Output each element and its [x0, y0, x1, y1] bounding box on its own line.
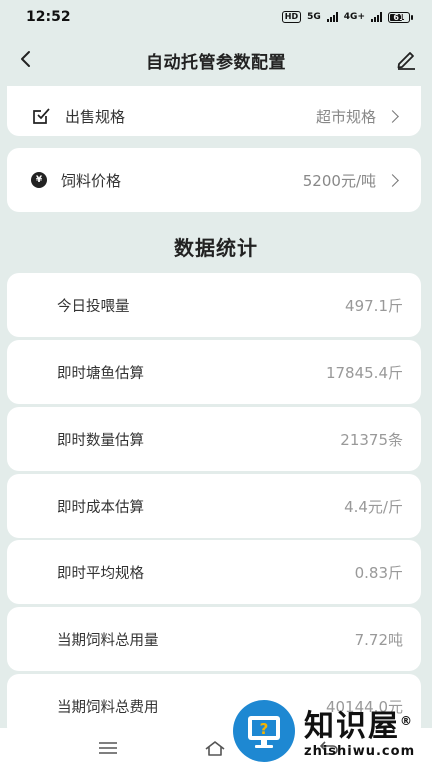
app-header: 自动托管参数配置 — [0, 34, 432, 86]
section-title: 数据统计 — [174, 236, 258, 260]
setting-item-feed-price[interactable]: ¥ 饲料价格 5200元/吨 — [7, 148, 421, 212]
svg-text:?: ? — [260, 720, 269, 738]
watermark-text: 知识屋® zhishiwu.com — [304, 704, 415, 759]
stat-value: 21375条 — [340, 430, 403, 449]
stat-value: 17845.4斤 — [325, 363, 403, 382]
stat-row: 即时塘鱼估算 17845.4斤 — [7, 340, 421, 404]
stat-label: 当期饲料总费用 — [57, 699, 159, 716]
chevron-right-icon — [386, 109, 399, 123]
watermark-title: 知识屋® — [304, 704, 415, 744]
stat-value: 7.72吨 — [354, 630, 403, 649]
stat-row: 今日投喂量 497.1斤 — [7, 273, 421, 337]
chevron-left-icon — [21, 51, 30, 67]
stat-value: 497.1斤 — [345, 296, 403, 315]
back-button[interactable] — [14, 47, 38, 71]
stat-value: 4.4元/斤 — [344, 497, 403, 516]
watermark-reg: ® — [400, 713, 414, 728]
checkbox-edit-icon — [33, 108, 50, 124]
stat-row: 当期饲料总用量 7.72吨 — [7, 607, 421, 671]
status-icons: HD 5G 4G+ 61 — [281, 11, 413, 23]
battery-icon: 61 — [388, 11, 413, 23]
edit-button[interactable] — [394, 47, 418, 71]
network-5g-label: 5G — [307, 12, 321, 22]
stat-label: 即时成本估算 — [57, 499, 144, 516]
scroll-content[interactable]: 出售规格 超市规格 ¥ 饲料价格 5200元/吨 数据统计 今日投喂量 497.… — [0, 86, 432, 728]
watermark-domain: zhishiwu.com — [304, 743, 416, 759]
status-bar: 12:52 HD 5G 4G+ 61 — [0, 0, 432, 34]
signal-icon — [326, 12, 338, 22]
page-title: 自动托管参数配置 — [146, 52, 286, 73]
setting-value: 5200元/吨 — [302, 171, 376, 190]
home-icon — [205, 741, 225, 756]
pencil-icon — [397, 52, 415, 70]
menu-icon — [99, 742, 117, 754]
stat-label: 今日投喂量 — [57, 298, 130, 315]
watermark-title-text: 知识屋 — [304, 708, 400, 744]
stat-label: 即时塘鱼估算 — [57, 365, 144, 382]
setting-item-sale-spec[interactable]: 出售规格 超市规格 — [7, 86, 421, 136]
setting-label: 饲料价格 — [61, 171, 122, 190]
hd-icon: HD — [281, 11, 302, 23]
home-button[interactable] — [204, 738, 226, 758]
stat-label: 当期饲料总用量 — [57, 632, 159, 649]
stat-label: 即时数量估算 — [57, 432, 144, 449]
menu-button[interactable] — [97, 738, 119, 758]
signal-icon-2 — [371, 12, 382, 22]
status-time: 12:52 — [26, 9, 71, 25]
stat-label: 即时平均规格 — [57, 565, 144, 582]
network-4g-label: 4G+ — [343, 12, 365, 22]
stat-row: 即时成本估算 4.4元/斤 — [7, 474, 421, 538]
chevron-right-icon — [386, 173, 399, 187]
stat-value: 0.83斤 — [354, 563, 403, 582]
stat-row: 即时数量估算 21375条 — [7, 407, 421, 471]
setting-value: 超市规格 — [315, 107, 376, 126]
setting-label: 出售规格 — [65, 107, 126, 126]
yen-icon: ¥ — [31, 172, 47, 188]
watermark: ? 知识屋® zhishiwu.com — [232, 694, 432, 768]
stat-row: 即时平均规格 0.83斤 — [7, 540, 421, 604]
battery-level: 61 — [393, 12, 405, 22]
watermark-logo-icon: ? — [233, 700, 295, 762]
